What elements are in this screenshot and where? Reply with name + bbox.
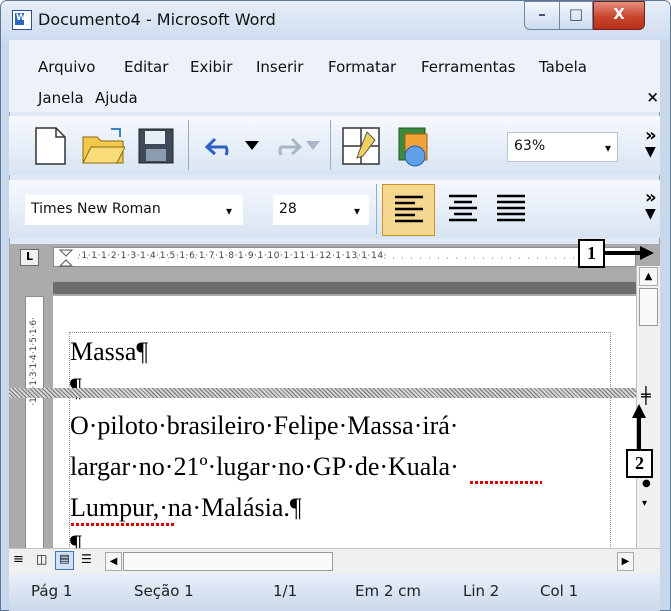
word-app-icon[interactable]: W: [12, 10, 32, 30]
menu-editar[interactable]: Editar: [124, 58, 168, 76]
split-handle-icon[interactable]: ╪: [641, 386, 651, 405]
doc-line-1[interactable]: O·piloto·brasileiro·Felipe·Massa·irá·: [70, 411, 458, 441]
status-section: Seção 1: [134, 582, 194, 600]
split-bar[interactable]: [9, 388, 660, 398]
callout-2: 2: [626, 449, 653, 478]
minimize-button[interactable]: –: [524, 1, 560, 30]
font-size-value: 28: [279, 201, 297, 217]
formatting-toolbar: Times New Roman ▾ 28 ▾ » ▼: [9, 180, 660, 238]
tab-selector-icon[interactable]: L: [20, 249, 39, 266]
new-document-icon[interactable]: [33, 126, 67, 166]
horizontal-ruler[interactable]: ·1·1·1·2·1·3·1·4·1·5·1·6·1·7·1·8·1·9·1·1…: [53, 247, 636, 267]
menu-arquivo[interactable]: Arquivo: [38, 58, 95, 76]
align-left-button[interactable]: [382, 184, 435, 236]
font-size-combo[interactable]: 28 ▾: [273, 195, 369, 225]
zoom-dropdown-icon[interactable]: ▾: [599, 133, 617, 161]
zoom-combo[interactable]: 63% ▾: [507, 132, 618, 162]
menu-inserir[interactable]: Inserir: [256, 58, 303, 76]
ruler-shadow: [53, 282, 636, 294]
scroll-right-icon[interactable]: ▶: [617, 552, 634, 571]
status-position: Em 2 cm: [355, 582, 422, 600]
insert-excel-worksheet-icon[interactable]: [391, 124, 433, 168]
doc-line-3[interactable]: Lumpur,·na·Malásia.¶: [70, 493, 302, 523]
open-folder-icon[interactable]: [81, 127, 125, 165]
scroll-up-icon[interactable]: ▲: [639, 267, 658, 286]
status-page-count: 1/1: [273, 582, 298, 600]
menu-ajuda[interactable]: Ajuda: [95, 89, 138, 107]
scroll-left-icon[interactable]: ◀: [105, 552, 122, 571]
undo-dropdown-icon[interactable]: [245, 141, 259, 151]
zoom-value: 63%: [514, 138, 546, 154]
normal-view-icon[interactable]: ≡: [13, 552, 24, 567]
doc-line-empty-2[interactable]: ¶: [70, 530, 82, 548]
title-bar[interactable]: W Documento4 - Microsoft Word – □ X: [1, 1, 670, 41]
horizontal-scrollbar[interactable]: ≡ ◫ ▤ ☰ ◀ ▶: [9, 548, 660, 574]
callout-1-arrow-icon: [604, 246, 654, 260]
draw-table-icon[interactable]: [341, 126, 381, 166]
align-left-icon: [395, 195, 423, 223]
menu-exibir[interactable]: Exibir: [190, 58, 232, 76]
font-name-dropdown-icon[interactable]: ▾: [220, 196, 238, 224]
font-size-dropdown-icon[interactable]: ▾: [348, 196, 366, 224]
print-layout-icon[interactable]: ▤: [55, 551, 74, 570]
save-icon[interactable]: [137, 127, 175, 165]
font-name-combo[interactable]: Times New Roman ▾: [25, 195, 243, 225]
next-page-icon[interactable]: ▾: [642, 498, 647, 509]
web-layout-icon[interactable]: ◫: [36, 552, 47, 566]
callout-1: 1: [578, 239, 605, 268]
outline-view-icon[interactable]: ☰: [81, 552, 92, 566]
font-name-value: Times New Roman: [31, 201, 161, 217]
align-center-icon[interactable]: [448, 194, 478, 224]
status-page: Pág 1: [31, 582, 73, 600]
toolbar-overflow-icon[interactable]: » ▼: [645, 127, 657, 160]
undo-icon[interactable]: [205, 135, 241, 157]
status-bar: Pág 1 Seção 1 1/1 Em 2 cm Lin 2 Col 1: [9, 574, 660, 611]
menu-janela[interactable]: Janela: [38, 89, 84, 107]
status-line: Lin 2: [463, 582, 500, 600]
menu-formatar[interactable]: Formatar: [328, 58, 396, 76]
vertical-scroll-thumb[interactable]: [639, 288, 658, 326]
vertical-ruler[interactable]: ·1·2·1·3·1·4·1·5·1·6·: [25, 296, 44, 550]
justify-icon[interactable]: [496, 194, 526, 224]
redo-icon[interactable]: [266, 135, 302, 157]
spelling-underline: [470, 481, 542, 484]
doc-line-title[interactable]: Massa¶: [70, 337, 148, 367]
close-button[interactable]: X: [593, 1, 645, 30]
horizontal-scroll-thumb[interactable]: [123, 552, 333, 571]
menu-ferramentas[interactable]: Ferramentas: [421, 58, 516, 76]
browse-object-icon[interactable]: ●: [642, 478, 651, 489]
menu-close-icon[interactable]: ×: [646, 88, 659, 106]
redo-dropdown-icon[interactable]: [306, 141, 320, 151]
doc-line-2[interactable]: largar·no·21º·lugar·no·GP·de·Kuala·: [70, 452, 459, 482]
menu-bar: Arquivo Editar Exibir Inserir Formatar F…: [9, 40, 660, 112]
format-toolbar-overflow-icon[interactable]: » ▼: [645, 189, 657, 222]
window-title: Documento4 - Microsoft Word: [38, 10, 276, 29]
callout-2-arrow-icon: [632, 404, 646, 450]
standard-toolbar: 63% ▾ » ▼: [9, 116, 660, 175]
maximize-button[interactable]: □: [559, 1, 593, 30]
spelling-underline-2: [71, 523, 175, 526]
menu-tabela[interactable]: Tabela: [539, 58, 587, 76]
status-column: Col 1: [540, 582, 579, 600]
